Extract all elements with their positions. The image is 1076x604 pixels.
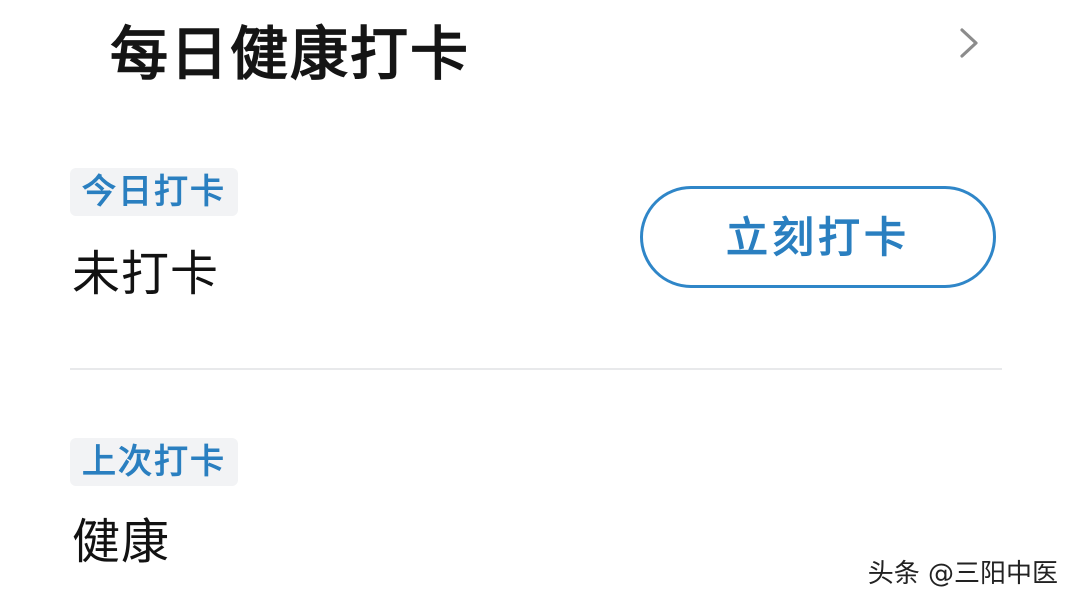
last-checkin-tag: 上次打卡 xyxy=(70,438,238,486)
divider xyxy=(70,368,1002,370)
health-checkin-card: 每日健康打卡 今日打卡 未打卡 立刻打卡 上次打卡 健康 头条 @三阳中医 xyxy=(0,0,1076,604)
today-checkin-tag: 今日打卡 xyxy=(70,168,238,216)
checkin-now-button[interactable]: 立刻打卡 xyxy=(640,186,996,288)
last-checkin-status: 健康 xyxy=(72,514,171,570)
chevron-right-icon[interactable] xyxy=(952,26,986,60)
today-checkin-status: 未打卡 xyxy=(72,246,220,302)
card-title[interactable]: 每日健康打卡 xyxy=(110,18,470,90)
today-checkin-section: 今日打卡 未打卡 立刻打卡 xyxy=(0,168,1076,338)
watermark: 头条 @三阳中医 xyxy=(867,559,1058,589)
